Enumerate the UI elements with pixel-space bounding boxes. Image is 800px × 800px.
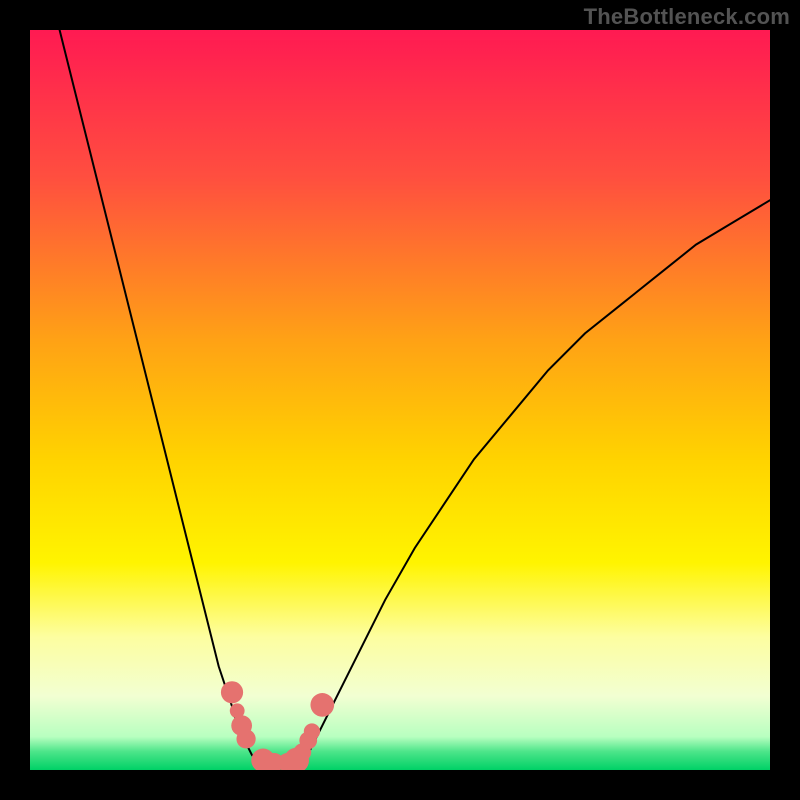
- marker-dot: [221, 681, 243, 703]
- marker-dot: [304, 723, 320, 739]
- plot-area: [30, 30, 770, 770]
- gradient-background: [30, 30, 770, 770]
- chart-svg: [30, 30, 770, 770]
- marker-dot: [310, 693, 334, 717]
- chart-frame: TheBottleneck.com: [0, 0, 800, 800]
- marker-dot: [236, 729, 255, 748]
- watermark-text: TheBottleneck.com: [584, 4, 790, 30]
